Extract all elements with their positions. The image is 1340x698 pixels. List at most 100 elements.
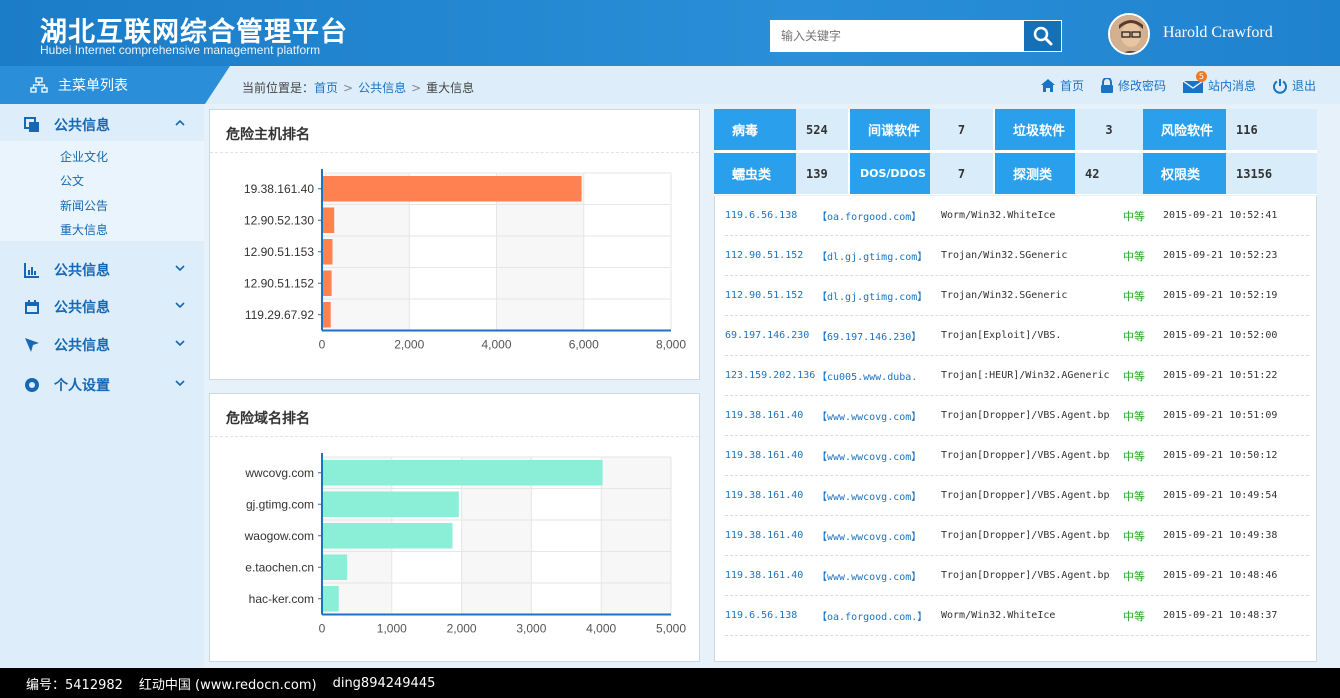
event-domain[interactable]: 【oa.forgood.com.】 [817, 608, 927, 623]
event-time: 2015-09-21 10:52:19 [1163, 290, 1278, 301]
app-header: 湖北互联网综合管理平台 Hubei Internet comprehensive… [0, 0, 1340, 66]
event-ip[interactable]: 119.38.161.40 [725, 410, 803, 421]
event-ip[interactable]: 112.90.51.152 [725, 290, 803, 301]
event-domain[interactable]: 【cu005.www.duba. [817, 368, 917, 383]
event-ip[interactable]: 123.159.202.136 [725, 370, 815, 381]
event-ip[interactable]: 119.38.161.40 [725, 530, 803, 541]
search-box [770, 20, 1062, 52]
messages-link[interactable]: 5 站内消息 [1182, 71, 1256, 94]
footer: 编号：5412982 红动中国 (www.redocn.com) ding894… [0, 668, 1340, 698]
event-row[interactable]: 69.197.146.230 【69.197.146.230】 Trojan[Exp… [725, 316, 1309, 356]
event-ip[interactable]: 119.38.161.40 [725, 450, 803, 461]
app-subtitle: Hubei Internet comprehensive management … [40, 43, 321, 57]
event-time: 2015-09-21 10:52:00 [1163, 330, 1278, 341]
event-row[interactable]: 119.38.161.40 【www.wwcovg.com】 Trojan[Drop… [725, 396, 1309, 436]
event-time: 2015-09-21 10:49:54 [1163, 490, 1278, 501]
event-row[interactable]: 112.90.51.152 【dl.gj.gtimg.com】 Trojan/Win… [725, 236, 1309, 276]
event-row[interactable]: 119.38.161.40 【www.wwcovg.com】 Trojan[Drop… [725, 436, 1309, 476]
event-domain[interactable]: 【dl.gj.gtimg.com】 [817, 288, 927, 303]
event-ip[interactable]: 119.38.161.40 [725, 570, 803, 581]
sidebar-subitem-document[interactable]: 公文 [60, 172, 84, 189]
stat-label: 权限类 [1143, 153, 1226, 194]
stat-value: 13156 [1226, 153, 1317, 194]
event-ip[interactable]: 119.6.56.138 [725, 210, 797, 221]
sidebar-group-public-info-1[interactable]: 公共信息 [0, 107, 204, 143]
event-domain[interactable]: 【www.wwcovg.com】 [817, 408, 921, 423]
threat-stats-grid: 病毒 524 间谍软件 7 垃圾软件 3 风险软件 116 蠕虫类 139 DOS/DDOS 7 探测类… [714, 109, 1317, 195]
sidebar-group-public-info-3[interactable]: 公共信息 [0, 289, 204, 325]
event-time: 2015-09-21 10:49:38 [1163, 530, 1278, 541]
event-malware: Trojan[Dropper]/VBS.Agent.bp [941, 570, 1110, 581]
stat-label: 风险软件 [1143, 109, 1226, 150]
event-domain[interactable]: 【www.wwcovg.com】 [817, 528, 921, 543]
bar [322, 491, 459, 517]
event-ip[interactable]: 119.38.161.40 [725, 490, 803, 501]
sidebar-subitem-major-info[interactable]: 重大信息 [60, 221, 108, 238]
grid-band [583, 173, 671, 331]
x-tick-label: 6,000 [569, 338, 599, 352]
event-malware: Trojan[Dropper]/VBS.Agent.bp [941, 450, 1110, 461]
event-level: 中等 [1123, 289, 1145, 303]
breadcrumb-current: 重大信息 [426, 81, 475, 95]
event-malware: Worm/Win32.WhiteIce [941, 610, 1056, 621]
event-domain[interactable]: 【oa.forgood.com】 [817, 208, 921, 223]
bar [322, 270, 332, 296]
grid-band [601, 457, 671, 615]
dangerous-host-title: 危险主机排名 [226, 127, 310, 143]
breadcrumb-home[interactable]: 首页 [314, 81, 338, 95]
y-tick-label: 12.90.51.152 [244, 276, 314, 290]
bar [322, 554, 348, 580]
username[interactable]: Harold Crawford [1163, 24, 1273, 42]
event-malware: Trojan[Dropper]/VBS.Agent.bp [941, 490, 1110, 501]
event-row[interactable]: 123.159.202.136 【cu005.www.duba. Trojan[:H… [725, 356, 1309, 396]
event-malware: Trojan[Dropper]/VBS.Agent.bp [941, 410, 1110, 421]
event-time: 2015-09-21 10:52:41 [1163, 210, 1278, 221]
event-ip[interactable]: 69.197.146.230 [725, 330, 809, 341]
event-row[interactable]: 112.90.51.152 【dl.gj.gtimg.com】 Trojan/Win… [725, 276, 1309, 316]
event-row[interactable]: 119.38.161.40 【www.wwcovg.com】 Trojan[Drop… [725, 556, 1309, 596]
event-row[interactable]: 119.6.56.138 【oa.forgood.com.】 Worm/Win32.… [725, 596, 1309, 636]
breadcrumb-separator: > [411, 81, 422, 95]
event-domain[interactable]: 【www.wwcovg.com】 [817, 568, 921, 583]
event-time: 2015-09-21 10:50:12 [1163, 450, 1278, 461]
stat-label: 蠕虫类 [714, 153, 796, 194]
sitemap-icon [30, 77, 48, 93]
event-row[interactable]: 119.38.161.40 【www.wwcovg.com】 Trojan[Drop… [725, 516, 1309, 556]
breadcrumb-public-info[interactable]: 公共信息 [358, 81, 406, 95]
x-tick-label: 4,000 [586, 622, 616, 636]
event-row[interactable]: 119.38.161.40 【www.wwcovg.com】 Trojan[Drop… [725, 476, 1309, 516]
logout-label: 退出 [1291, 79, 1316, 93]
main-menu-title: 主菜单列表 [0, 66, 230, 104]
event-domain[interactable]: 【www.wwcovg.com】 [817, 448, 921, 463]
logout-link[interactable]: 退出 [1272, 77, 1316, 94]
search-input[interactable] [771, 21, 1025, 51]
change-password-link[interactable]: 修改密码 [1100, 77, 1166, 94]
event-domain[interactable]: 【dl.gj.gtimg.com】 [817, 248, 927, 263]
sidebar-submenu: 企业文化 公文 新闻公告 重大信息 [0, 141, 204, 241]
sidebar-subitem-news[interactable]: 新闻公告 [60, 197, 108, 214]
home-link[interactable]: 首页 [1040, 77, 1084, 94]
avatar[interactable] [1108, 13, 1150, 55]
y-tick-label: 12.90.51.153 [244, 245, 314, 259]
bar [322, 523, 453, 549]
sidebar-group-public-info-4[interactable]: 公共信息 [0, 327, 204, 363]
sidebar-subitem-culture[interactable]: 企业文化 [60, 148, 108, 165]
calendar-icon [25, 300, 39, 314]
x-tick-label: 0 [319, 622, 326, 636]
change-password-label: 修改密码 [1117, 79, 1166, 93]
main-menu-label: 主菜单列表 [58, 78, 128, 94]
search-button[interactable] [1024, 21, 1061, 51]
sidebar-group-public-info-2[interactable]: 公共信息 [0, 252, 204, 288]
event-ip[interactable]: 119.6.56.138 [725, 610, 797, 621]
event-row[interactable]: 119.6.56.138 【oa.forgood.com】 Worm/Win32.W… [725, 196, 1309, 236]
event-domain[interactable]: 【69.197.146.230】 [817, 328, 921, 343]
sidebar-group-personal-settings[interactable]: 个人设置 [0, 367, 204, 403]
event-ip[interactable]: 112.90.51.152 [725, 250, 803, 261]
event-malware: Trojan/Win32.SGeneric [941, 290, 1068, 301]
stat-label: 探测类 [995, 153, 1075, 194]
bar [322, 239, 333, 265]
y-tick-label: 119.29.67.92 [245, 308, 315, 322]
event-level: 中等 [1123, 569, 1145, 583]
breadcrumb: 当前位置是：首页 > 公共信息 > 重大信息 [242, 79, 474, 96]
event-domain[interactable]: 【www.wwcovg.com】 [817, 488, 921, 503]
